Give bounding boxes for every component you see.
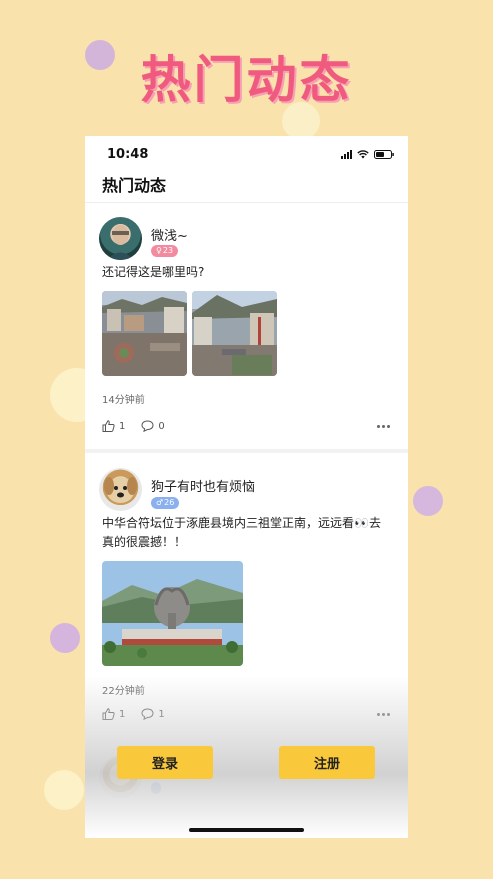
post-photo[interactable] — [192, 291, 277, 376]
status-bar: 10:48 — [85, 136, 408, 172]
decor-bubble — [413, 486, 443, 516]
post-card[interactable]: 狗子有时也有烦恼 ♂ 26 中华合符坛位于涿鹿县境内三祖堂正南，远远看👀去真的很… — [85, 453, 408, 749]
male-icon: ♂ — [156, 498, 164, 507]
like-button[interactable]: 1 — [102, 708, 125, 720]
post-photo[interactable] — [102, 291, 187, 376]
login-button[interactable]: 登录 — [117, 746, 213, 779]
post-text: 中华合符坛位于涿鹿县境内三祖堂正南，远远看👀去真的很震撼！！ — [102, 516, 381, 549]
age-label: 23 — [162, 246, 174, 255]
wifi-icon — [357, 150, 369, 159]
post-card[interactable]: 微浅~ ♀ 23 还记得这是哪里吗? 14分钟前 1 0 — [85, 203, 408, 449]
post-actions: 1 1 — [102, 706, 390, 722]
comment-count: 0 — [158, 420, 165, 432]
gender-age-badge — [151, 782, 161, 794]
post-time: 14分钟前 — [102, 395, 145, 406]
post-photo[interactable] — [102, 561, 243, 666]
comment-button[interactable]: 0 — [141, 420, 165, 432]
like-count: 1 — [119, 708, 126, 720]
comment-icon — [141, 420, 154, 432]
comment-icon — [141, 708, 154, 720]
female-icon: ♀ — [156, 246, 162, 255]
status-icons — [341, 150, 394, 159]
register-button[interactable]: 注册 — [279, 746, 375, 779]
like-button[interactable]: 1 — [102, 420, 125, 432]
status-time: 10:48 — [107, 147, 149, 162]
gender-age-badge: ♂ 26 — [151, 497, 180, 509]
page-title: 热门动态 — [102, 176, 167, 195]
post-text: 还记得这是哪里吗? — [102, 265, 205, 279]
user-name[interactable]: 微浅~ — [151, 225, 188, 244]
more-icon[interactable] — [377, 424, 390, 428]
battery-icon — [374, 150, 394, 159]
post-time: 22分钟前 — [102, 686, 145, 697]
like-icon — [102, 708, 115, 720]
gender-age-badge: ♀ 23 — [151, 245, 179, 257]
more-icon[interactable] — [377, 712, 390, 716]
age-label: 26 — [164, 498, 175, 507]
post-actions: 1 0 — [102, 418, 390, 434]
like-icon — [102, 420, 115, 432]
phone-screen: 10:48 热门动态 微浅~ ♀ 23 还记得这是哪里吗? 14分钟前 1 0 … — [85, 136, 408, 838]
banner-title: 热门动态 — [140, 51, 353, 109]
decor-bubble — [50, 623, 80, 653]
avatar[interactable] — [99, 468, 142, 511]
signal-icon — [341, 150, 352, 159]
user-name[interactable]: 狗子有时也有烦恼 — [151, 476, 255, 495]
avatar[interactable] — [99, 217, 142, 260]
comment-count: 1 — [158, 708, 165, 720]
decor-bubble — [44, 770, 84, 810]
home-indicator — [189, 828, 304, 832]
like-count: 1 — [119, 420, 126, 432]
comment-button[interactable]: 1 — [141, 708, 165, 720]
